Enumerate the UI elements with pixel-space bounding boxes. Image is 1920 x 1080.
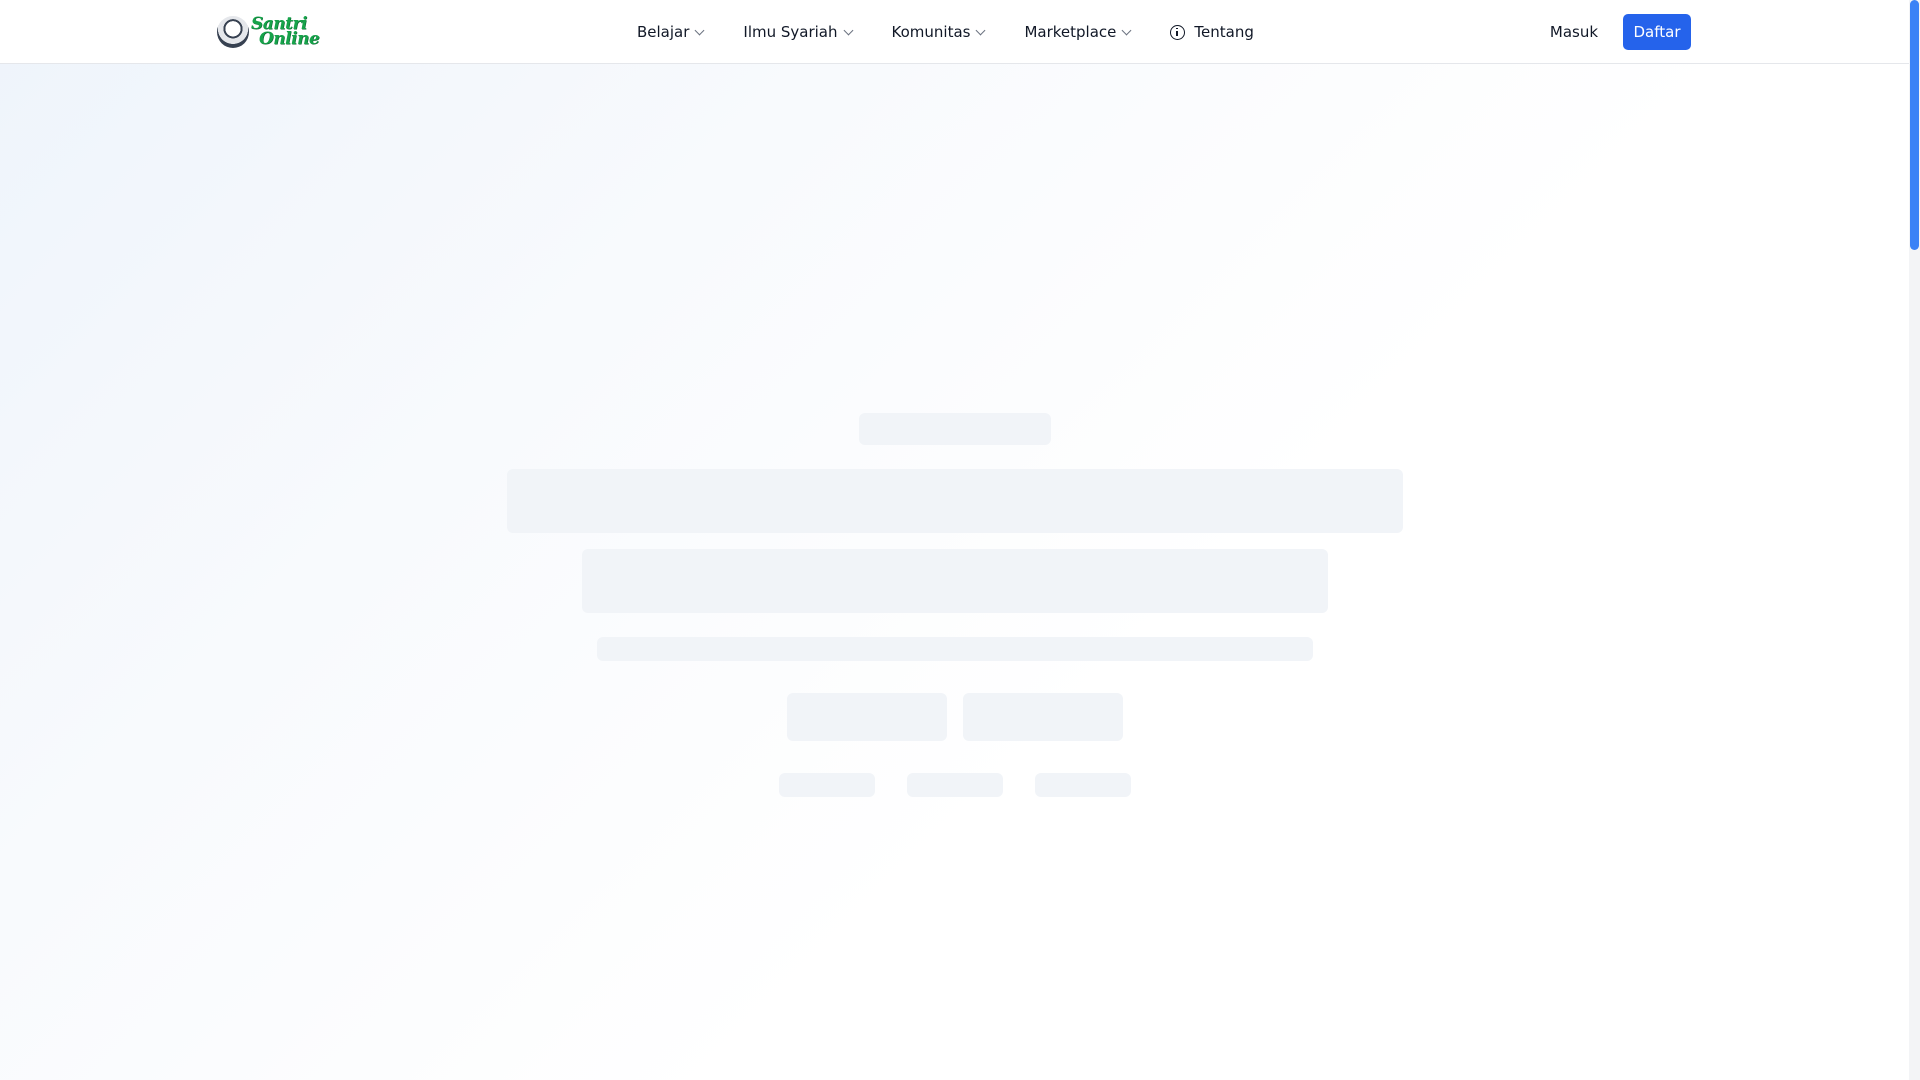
nav-item-marketplace[interactable]: Marketplace [1024, 16, 1132, 48]
nav-item-ilmu-syariah[interactable]: Ilmu Syariah [743, 16, 853, 48]
skeleton-stat [779, 773, 875, 797]
chevron-down-icon [1121, 25, 1132, 36]
skeleton-secondary-button [963, 693, 1123, 741]
chevron-down-icon [976, 25, 986, 36]
skeleton-stat [907, 773, 1003, 797]
santri-logo-icon [217, 16, 249, 48]
nav-item-label: Belajar [637, 23, 690, 41]
nav-item-label: Marketplace [1024, 23, 1117, 41]
top-navbar: Santri Online Belajar Ilmu Syariah Komun… [0, 0, 1909, 64]
skeleton-stat [1035, 773, 1131, 797]
info-icon [1170, 24, 1186, 40]
nav-item-belajar[interactable]: Belajar [637, 16, 705, 48]
register-button[interactable]: Daftar [1623, 14, 1691, 50]
skeleton-badge [859, 413, 1051, 445]
skeleton-title-line-2 [582, 549, 1328, 613]
nav-item-label: Tentang [1194, 23, 1254, 41]
skeleton-primary-button [787, 693, 947, 741]
login-button[interactable]: Masuk [1545, 16, 1603, 48]
brand-logo[interactable]: Santri Online [217, 13, 329, 51]
brand-line-2: Online [259, 29, 320, 49]
nav-item-label: Ilmu Syariah [743, 23, 838, 41]
chevron-down-icon [694, 25, 705, 36]
main-nav: Belajar Ilmu Syariah Komunitas Marketpla… [637, 0, 1294, 64]
nav-item-komunitas[interactable]: Komunitas [891, 16, 986, 48]
skeleton-subtitle [597, 637, 1313, 661]
page-scrollbar-thumb[interactable] [1910, 0, 1919, 250]
nav-item-label: Komunitas [891, 23, 971, 41]
chevron-down-icon [843, 25, 853, 36]
nav-item-tentang[interactable]: Tentang [1170, 16, 1254, 48]
brand-wordmark: Santri Online [251, 16, 320, 49]
skeleton-title-line-1 [507, 469, 1403, 533]
